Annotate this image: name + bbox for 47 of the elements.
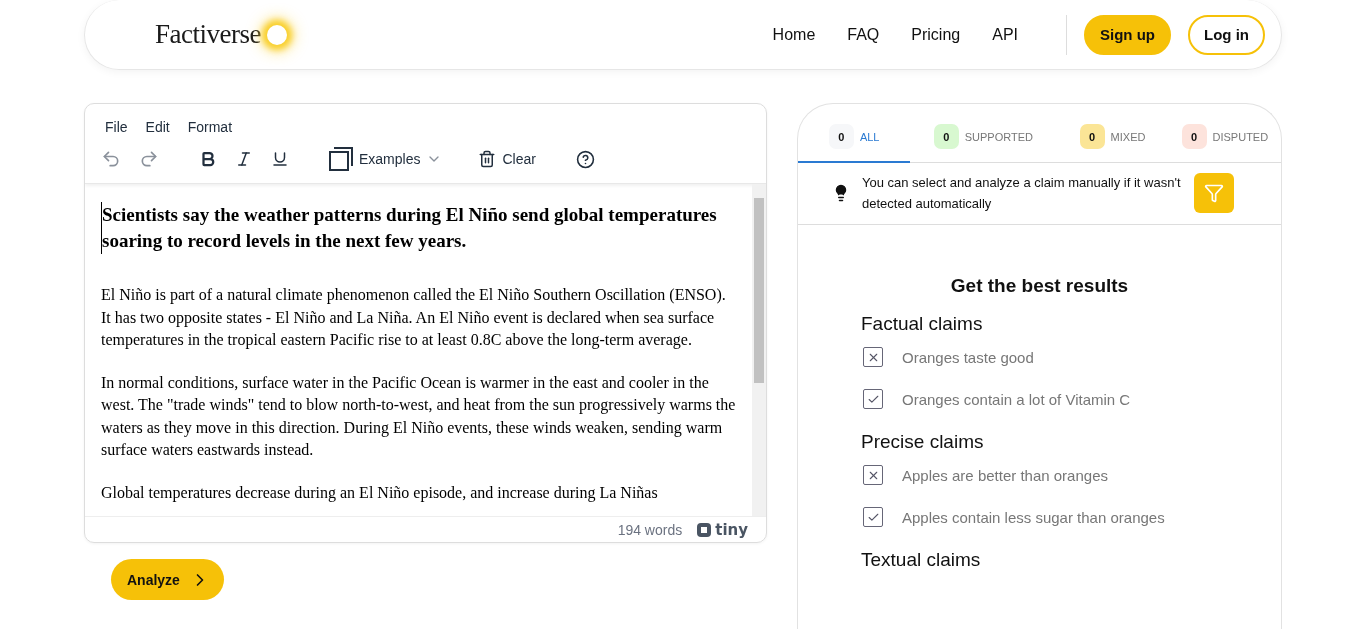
brand-logo[interactable]: tiny — [696, 520, 748, 539]
menu-item[interactable]: Format — [187, 119, 233, 135]
bold-icon[interactable] — [199, 150, 217, 168]
examples-dropdown[interactable]: Examples — [329, 147, 443, 171]
clear-button[interactable]: Clear — [478, 150, 536, 168]
example-claim: Oranges taste good — [902, 348, 1034, 366]
signup-button[interactable]: Sign up — [1084, 14, 1171, 55]
count-badge: 0 — [1079, 124, 1105, 149]
nav-link[interactable]: Home — [772, 25, 816, 44]
copy-icon — [329, 147, 353, 171]
section-title: Precise claims — [861, 431, 985, 453]
logo-text[interactable]: Factiverse — [155, 19, 261, 50]
redo-icon[interactable] — [139, 149, 159, 169]
menu-item[interactable]: File — [105, 119, 128, 135]
filter-tab[interactable]: 0 ALL — [798, 104, 911, 163]
trash-icon — [478, 150, 497, 168]
count-badge: 0 — [828, 124, 854, 149]
filter-tab[interactable]: 0 DISPUTED — [1168, 104, 1281, 163]
filter-tab[interactable]: 0 SUPPORTED — [910, 104, 1057, 163]
nav-link[interactable]: FAQ — [847, 25, 880, 44]
document-heading: Scientists say the weather patterns during El Niño send global temperatures soaring to record levels in the next few years. — [101, 202, 736, 254]
word-count: 194 words — [617, 521, 683, 538]
underline-icon[interactable] — [271, 150, 289, 168]
filter-tab[interactable]: 0 MIXED — [1056, 104, 1169, 163]
count-badge: 0 — [933, 124, 959, 149]
italic-icon[interactable] — [235, 150, 253, 168]
help-icon[interactable] — [575, 149, 595, 169]
filter-icon — [1204, 183, 1224, 203]
document-paragraph: El Niño is part of a natural climate phenomenon called the El Niño Southern Oscillation (ENSO). It has two opposite states - El Niño and La Niña. An El Niño event is declared when sea surface temperatures in the tropical eastern Pacific rise to at least 0.8C above the long-term average. — [101, 285, 727, 351]
guide-title: Get the best results — [949, 275, 1130, 297]
section-title: Textual claims — [861, 549, 982, 571]
tip-text: You can select and analyze a claim manually if it wasn't detected automatically — [862, 174, 1182, 213]
example-claim: Oranges contain a lot of Vitamin C — [902, 390, 1131, 408]
scrollbar[interactable] — [752, 184, 766, 516]
document-paragraph: In normal conditions, surface water in the Pacific Ocean is warmer in the east and cooler in the west. The "trade winds" tend to blow north-to-west, and heat from the sun progressively warms the waters as they move in this direction. During El Niño events, these winds weaken, sending warm surface waters eastwards instead. — [101, 372, 736, 460]
nav-link[interactable]: API — [992, 25, 1018, 44]
section-title: Factual claims — [861, 313, 984, 335]
example-claim: Apples contain less sugar than oranges — [902, 508, 1165, 526]
menu-item[interactable]: Edit — [145, 119, 170, 135]
document-paragraph: Global temperatures decrease during an El Niño episode, and increase during La Niñas — [101, 482, 659, 504]
example-claim: Apples are better than oranges — [902, 466, 1108, 484]
nav-link[interactable]: Pricing — [911, 25, 961, 44]
analyze-button[interactable]: Analyze — [111, 559, 224, 600]
undo-icon[interactable] — [101, 149, 121, 169]
login-button[interactable]: Log in — [1188, 14, 1265, 55]
sun-icon — [266, 24, 287, 45]
count-badge: 0 — [1181, 124, 1207, 149]
